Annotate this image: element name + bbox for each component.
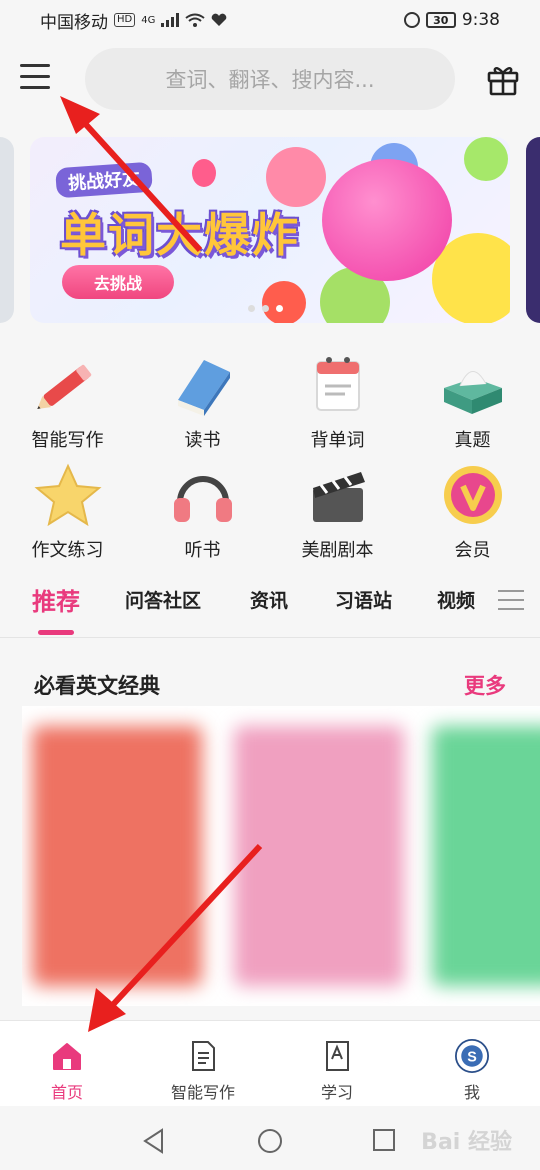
menu-icon-line <box>20 75 50 78</box>
tab-idioms[interactable]: 习语站 <box>335 586 392 613</box>
grid-item-tv-scripts[interactable]: 美剧剧本 <box>270 462 405 562</box>
search-input[interactable]: 查词、翻译、搜内容... <box>85 48 455 110</box>
grid-item-label: 读书 <box>184 430 221 451</box>
star-icon <box>33 462 103 528</box>
banner-next-peek[interactable] <box>526 137 540 323</box>
tab-recommended[interactable]: 推荐 <box>32 582 80 617</box>
grid-item-label: 真题 <box>454 430 491 451</box>
book-icon <box>168 352 238 418</box>
headphones-icon <box>168 462 238 528</box>
tab-list-line <box>498 590 524 592</box>
nav-label: 学习 <box>320 1083 353 1102</box>
clapperboard-icon <box>303 462 373 528</box>
nav-label: 首页 <box>50 1083 83 1102</box>
tab-indicator <box>38 630 74 635</box>
nav-smart-writing[interactable]: 智能写作 <box>138 1039 268 1103</box>
carrier-label: 中国移动 <box>40 12 108 33</box>
grid-item-smart-writing[interactable]: 智能写作 <box>0 352 135 452</box>
clock-label: 9:38 <box>461 10 500 30</box>
nav-home[interactable]: 首页 <box>2 1039 132 1103</box>
menu-button[interactable] <box>20 64 54 92</box>
mascot-character <box>322 159 452 281</box>
calendar-icon <box>303 352 373 418</box>
banner-carousel[interactable]: 挑战好友 单词大爆炸 去挑战 <box>0 137 540 323</box>
carousel-dot <box>248 305 255 312</box>
grid-item-label: 美剧剧本 <box>301 540 374 561</box>
recents-square-icon[interactable] <box>372 1128 396 1152</box>
carousel-dots <box>248 305 283 312</box>
balloon-decoration <box>192 159 216 187</box>
tab-qa-community[interactable]: 问答社区 <box>125 586 201 613</box>
banner-slide[interactable]: 挑战好友 单词大爆炸 去挑战 <box>30 137 510 323</box>
book-card[interactable] <box>432 726 540 986</box>
vip-badge-icon <box>438 462 508 528</box>
tab-videos[interactable]: 视频 <box>437 586 475 613</box>
menu-icon-line <box>20 86 50 89</box>
more-link[interactable]: 更多 <box>464 670 506 700</box>
grid-item-label: 听书 <box>184 540 221 561</box>
nav-me[interactable]: S 我 <box>407 1039 537 1103</box>
avatar-icon: S <box>455 1039 489 1073</box>
balloon-decoration <box>262 281 306 323</box>
heart-icon <box>212 13 227 26</box>
classics-carousel[interactable] <box>22 706 540 1006</box>
status-bar: 中国移动 HD 4G 30 9:38 <box>0 0 540 40</box>
back-icon[interactable] <box>142 1128 166 1154</box>
grid-item-audiobook[interactable]: 听书 <box>135 462 270 562</box>
nav-label: 智能写作 <box>170 1083 235 1102</box>
home-icon <box>50 1039 84 1073</box>
tab-list-line <box>498 608 524 610</box>
watermark-text: Bai 经验 <box>421 1130 512 1155</box>
section-title: 必看英文经典 <box>34 674 160 698</box>
grid-item-label: 会员 <box>454 540 491 561</box>
grid-item-exam-papers[interactable]: 真题 <box>405 352 540 452</box>
grid-item-label: 作文练习 <box>31 540 104 561</box>
banner-subtitle: 挑战好友 <box>55 161 153 199</box>
carousel-dot-active <box>276 305 283 312</box>
nav-label: 我 <box>463 1083 480 1102</box>
bottom-navigation: 首页 智能写作 学习 S 我 <box>0 1020 540 1106</box>
tab-news[interactable]: 资讯 <box>250 586 288 613</box>
document-icon <box>186 1039 220 1073</box>
gift-icon[interactable] <box>486 62 520 96</box>
content-tabs: 推荐 问答社区 资讯 习语站 视频 <box>0 582 540 638</box>
grid-item-vip[interactable]: 会员 <box>405 462 540 562</box>
nav-study[interactable]: 学习 <box>272 1039 402 1103</box>
study-book-icon <box>320 1039 354 1073</box>
book-card[interactable] <box>32 726 202 986</box>
search-placeholder: 查词、翻译、搜内容... <box>165 68 375 92</box>
grid-item-reading[interactable]: 读书 <box>135 352 270 452</box>
banner-prev-peek[interactable] <box>0 137 14 323</box>
tab-list-icon[interactable] <box>498 590 524 612</box>
grid-item-label: 背单词 <box>310 430 365 451</box>
menu-icon-line <box>20 64 50 67</box>
grid-item-label: 智能写作 <box>31 430 104 451</box>
app-header: 查词、翻译、搜内容... <box>0 48 540 110</box>
hd-badge: HD <box>114 13 136 27</box>
tissue-box-icon <box>438 352 508 418</box>
banner-title: 单词大爆炸 <box>60 208 300 262</box>
wifi-icon <box>185 13 205 27</box>
home-circle-icon[interactable] <box>257 1128 283 1154</box>
signal-icon <box>161 13 180 27</box>
battery-icon: 30 <box>425 12 456 28</box>
grid-item-vocab[interactable]: 背单词 <box>270 352 405 452</box>
svg-text:S: S <box>467 1049 477 1065</box>
challenge-button[interactable]: 去挑战 <box>62 265 174 299</box>
book-card[interactable] <box>234 726 404 986</box>
grid-item-essay-practice[interactable]: 作文练习 <box>0 462 135 562</box>
balloon-decoration <box>464 137 508 181</box>
system-navigation-bar: Bai 经验 <box>0 1106 540 1170</box>
pencil-icon <box>33 352 103 418</box>
carousel-dot <box>262 305 269 312</box>
balloon-decoration <box>266 147 326 207</box>
tab-list-line <box>498 599 524 601</box>
alarm-icon <box>403 12 420 28</box>
network-label: 4G <box>141 14 156 26</box>
